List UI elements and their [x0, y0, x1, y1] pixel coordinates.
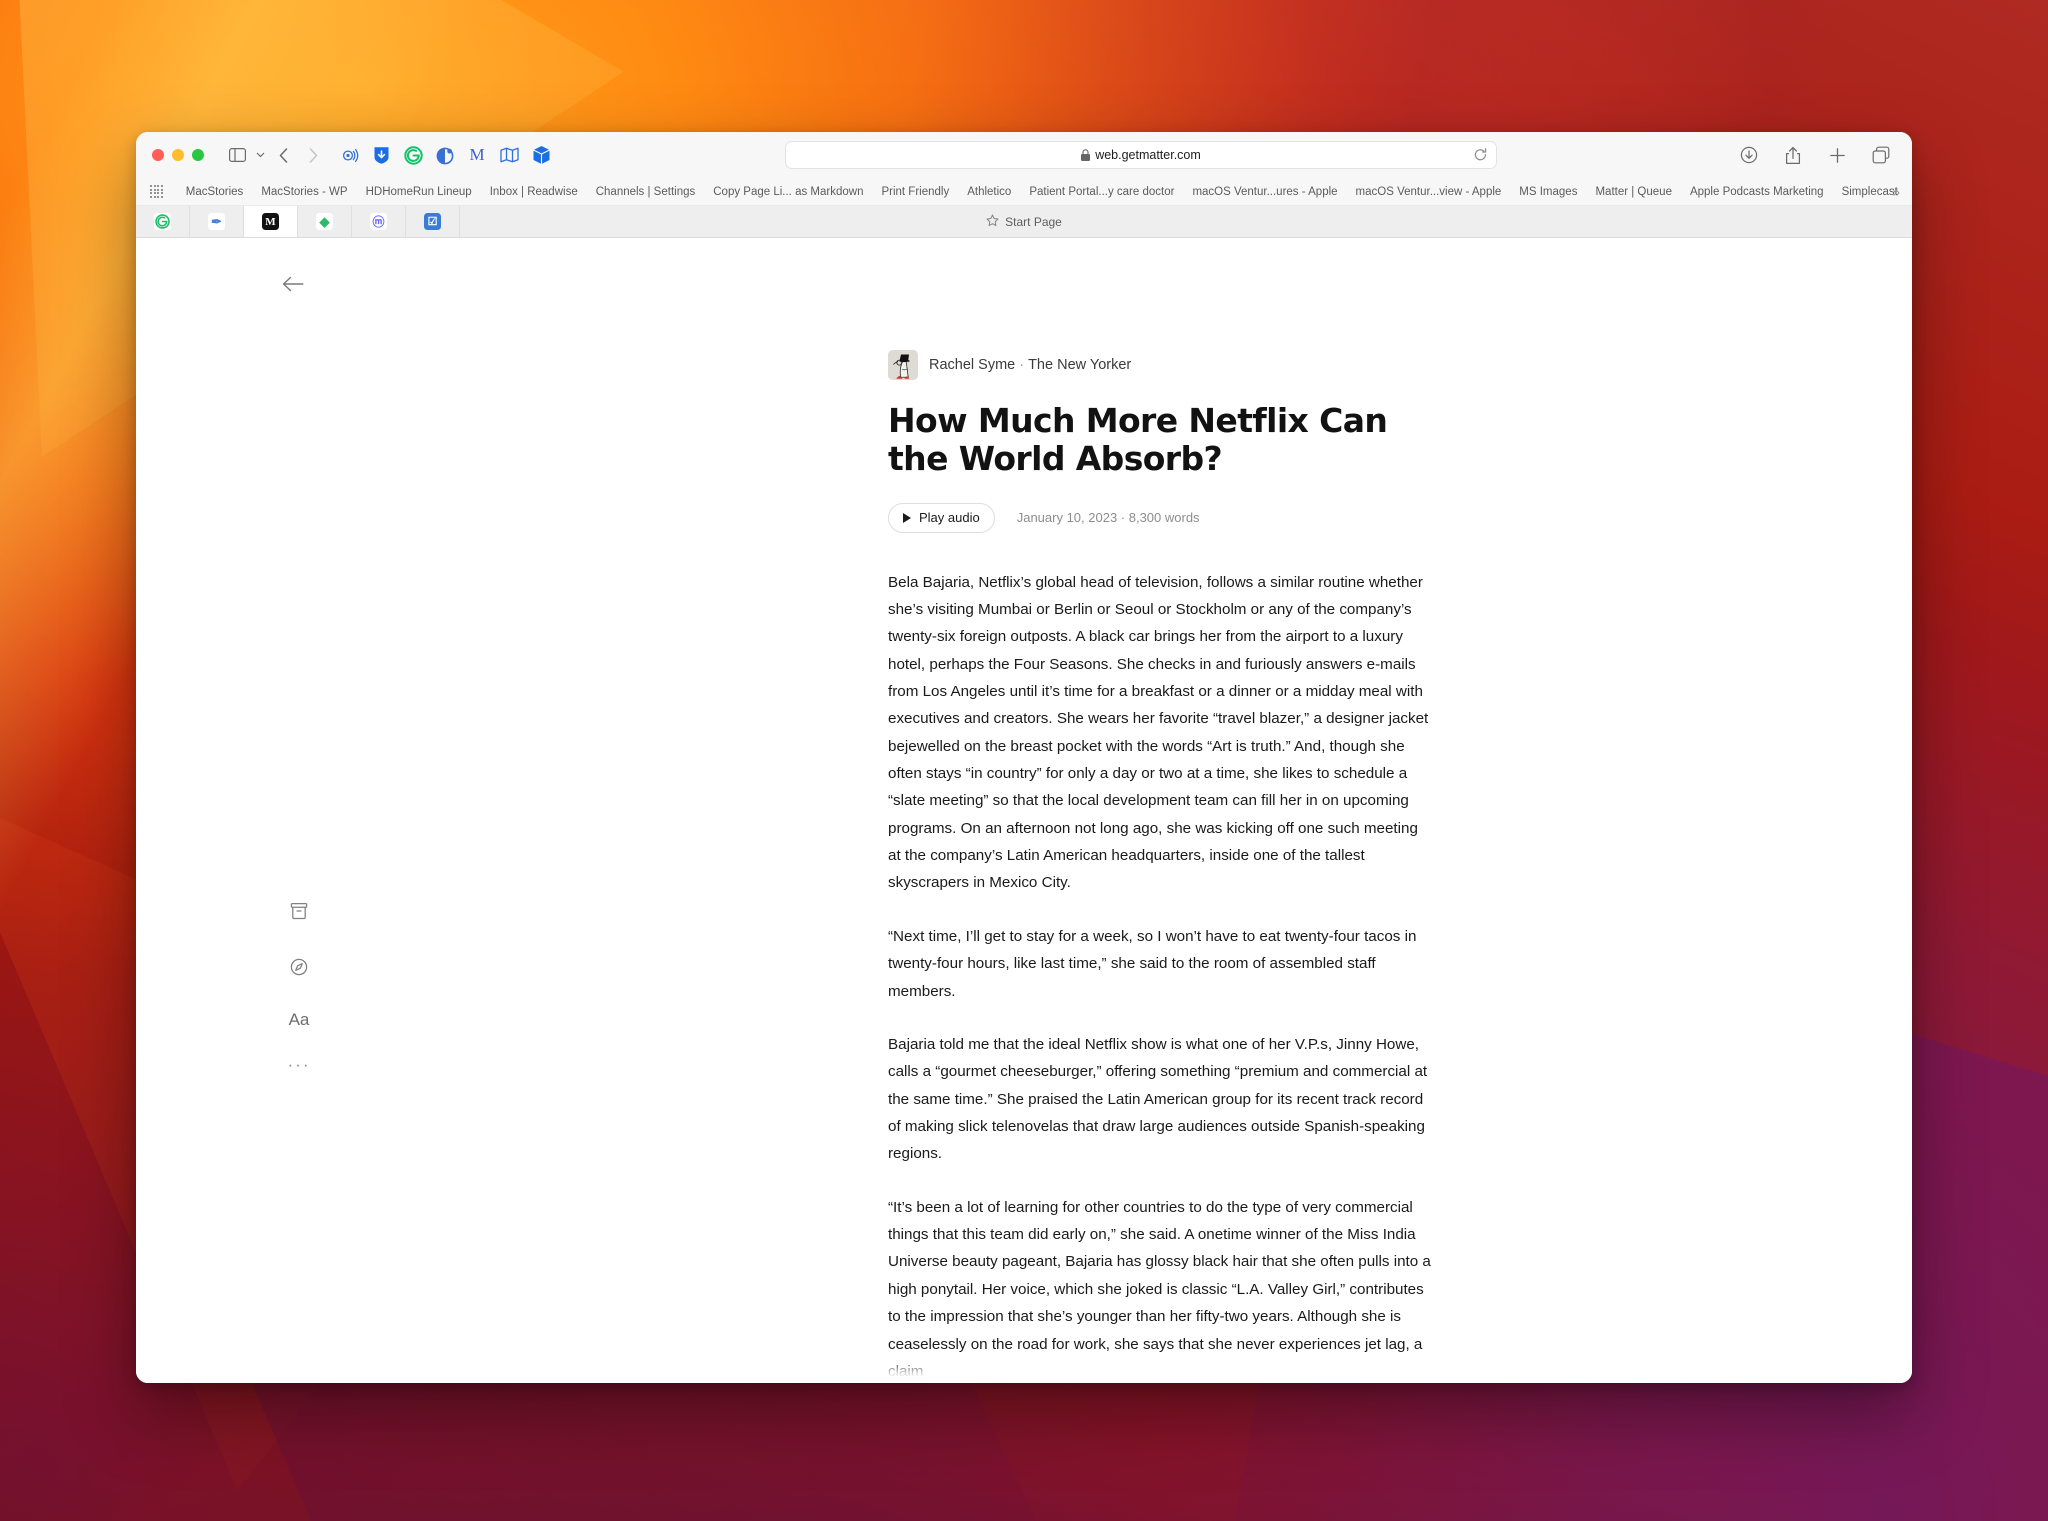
play-audio-label: Play audio	[919, 510, 980, 526]
bookmark-item[interactable]: MacStories - WP	[252, 186, 356, 198]
address-bar[interactable]: web.getmatter.com	[785, 141, 1497, 169]
matter-favicon: M	[262, 213, 279, 230]
play-icon	[903, 512, 911, 523]
bookmarks-overflow-icon[interactable]: »	[1893, 184, 1900, 199]
matter-reader-page: Aa ··· Rachel Syme · The New Yorker How …	[136, 238, 1912, 1383]
safari-window: M web.getmatter.com MacStories MacStorie…	[136, 132, 1912, 1383]
compass-icon[interactable]	[286, 954, 312, 980]
play-audio-button[interactable]: Play audio	[888, 502, 995, 533]
extension-toolbar-icons: M	[336, 142, 554, 168]
browser-tab[interactable]: ☑	[406, 206, 460, 237]
article-byline: Rachel Syme · The New Yorker	[888, 350, 1434, 380]
browser-tab[interactable]	[136, 206, 190, 237]
byline-separator: ·	[1019, 357, 1025, 373]
bookmark-item[interactable]: Channels | Settings	[587, 186, 705, 198]
bookmark-item[interactable]: macOS Ventur...view - Apple	[1347, 186, 1511, 198]
mastodon-favicon: ⓜ	[370, 213, 387, 230]
window-controls	[152, 149, 204, 161]
publication-avatar	[888, 350, 918, 380]
browser-toolbar: M web.getmatter.com	[136, 132, 1912, 178]
feedbin-favicon: ◆	[316, 213, 333, 230]
minimize-window-button[interactable]	[172, 149, 184, 161]
feather-favicon: ✒	[208, 213, 225, 230]
bookmark-item[interactable]: HDHomeRun Lineup	[357, 186, 481, 198]
grammarly-favicon	[154, 213, 171, 230]
chevron-down-icon[interactable]	[252, 142, 268, 168]
close-window-button[interactable]	[152, 149, 164, 161]
bookmark-item[interactable]: Inbox | Readwise	[481, 186, 587, 198]
content-fade-overlay	[136, 1357, 1912, 1383]
matter-extension-icon[interactable]: M	[464, 142, 490, 168]
article-paragraph: Bela Bajaria, Netflix’s global head of t…	[888, 573, 1429, 892]
start-page-label: Start Page	[1005, 214, 1062, 229]
bookmark-item[interactable]: macOS Ventur...ures - Apple	[1183, 186, 1346, 198]
bookmarks-bar: MacStories MacStories - WP HDHomeRun Lin…	[136, 178, 1912, 206]
byline-text: Rachel Syme · The New Yorker	[929, 357, 1131, 373]
pocket-extension-icon[interactable]	[432, 142, 458, 168]
bookmark-item[interactable]: Matter | Queue	[1586, 186, 1681, 198]
article-paragraph: Bajaria told me that the ideal Netflix s…	[888, 1035, 1428, 1163]
page-title: How Much More Netflix Can the World Abso…	[888, 401, 1388, 479]
archive-icon[interactable]	[286, 898, 312, 924]
address-bar-url: web.getmatter.com	[1095, 148, 1201, 162]
bookmark-item[interactable]: MS Images	[1510, 186, 1586, 198]
address-bar-container: web.getmatter.com	[554, 141, 1728, 169]
reload-icon[interactable]	[1474, 148, 1487, 162]
bookmark-item[interactable]: Athletico	[958, 186, 1020, 198]
article-paragraph: “Next time, I’ll get to stay for a week,…	[888, 927, 1417, 1000]
article-paragraph: “It’s been a lot of learning for other c…	[888, 1198, 1431, 1380]
share-icon[interactable]	[1778, 142, 1808, 168]
bookmark-item[interactable]: Patient Portal...y care doctor	[1020, 186, 1183, 198]
more-options-icon[interactable]: ···	[288, 1056, 311, 1073]
new-tab-icon[interactable]	[1822, 142, 1852, 168]
downloads-icon[interactable]	[1734, 142, 1764, 168]
desktop-wallpaper: M web.getmatter.com MacStories MacStorie…	[0, 0, 2048, 1521]
password-extension-icon[interactable]	[368, 142, 394, 168]
maximize-window-button[interactable]	[192, 149, 204, 161]
bookmark-item[interactable]: Copy Page Li... as Markdown	[704, 186, 872, 198]
tab-strip: ✒ M ◆ ⓜ ☑ Start Page	[136, 206, 1912, 238]
grammarly-extension-icon[interactable]	[400, 142, 426, 168]
reader-side-rail: Aa ···	[286, 898, 312, 1073]
article-meta-row: Play audio January 10, 2023 · 8,300 word…	[888, 502, 1434, 533]
reader-back-button[interactable]	[282, 276, 304, 297]
article-meta: January 10, 2023 · 8,300 words	[1016, 510, 1200, 526]
browser-tab-matter[interactable]: M	[244, 206, 298, 237]
things-favicon: ☑	[424, 213, 441, 230]
tab-overview-icon[interactable]	[1866, 142, 1896, 168]
apps-grid-icon[interactable]	[150, 185, 163, 198]
star-icon	[986, 214, 999, 230]
sidebar-toggle-icon[interactable]	[222, 142, 252, 168]
browser-tab[interactable]: ◆	[298, 206, 352, 237]
text-size-icon[interactable]: Aa	[289, 1010, 310, 1030]
package-extension-icon[interactable]	[528, 142, 554, 168]
toolbar-right-actions	[1734, 142, 1896, 168]
bookmark-item[interactable]: Print Friendly	[872, 186, 958, 198]
lock-icon	[1081, 149, 1091, 161]
blocker-extension-icon[interactable]	[336, 142, 362, 168]
browser-tab[interactable]: ⓜ	[352, 206, 406, 237]
article-container: Rachel Syme · The New Yorker How Much More…	[888, 350, 1434, 1383]
browser-tab[interactable]: ✒	[190, 206, 244, 237]
forward-button[interactable]	[298, 142, 328, 168]
bookmark-item[interactable]: Apple Podcasts Marketing	[1681, 186, 1833, 198]
maps-extension-icon[interactable]	[496, 142, 522, 168]
back-button[interactable]	[268, 142, 298, 168]
byline-publication: The New Yorker	[1028, 357, 1132, 373]
bookmark-item[interactable]: MacStories	[177, 186, 253, 198]
byline-author: Rachel Syme	[929, 357, 1016, 373]
